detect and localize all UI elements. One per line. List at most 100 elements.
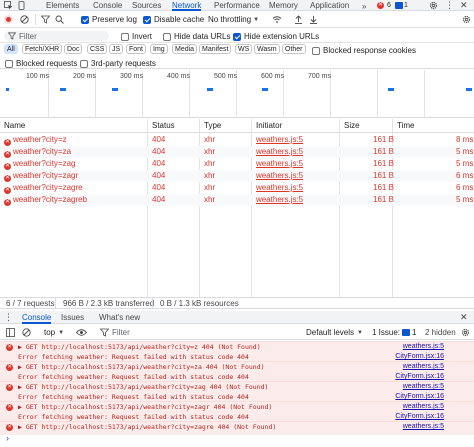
request-initiator-link[interactable]: weathers.js:5 <box>256 146 303 158</box>
console-get-line[interactable]: ▶ GET http://localhost:5173/api/weather?… <box>18 402 272 412</box>
chip-media[interactable]: Media <box>172 44 198 54</box>
drawer-tab-issues[interactable]: Issues <box>61 311 84 324</box>
table-row[interactable]: ✕ weather?city=z 404 xhr weathers.js:5 16… <box>0 134 474 146</box>
column-header-initiator[interactable]: Initiator <box>252 119 282 133</box>
drawer-tab-whats-new[interactable]: What's new <box>99 311 140 324</box>
tab-memory[interactable]: Memory <box>269 0 298 11</box>
request-initiator-link[interactable]: weathers.js:5 <box>256 194 303 206</box>
chip-ws[interactable]: WS <box>235 44 253 54</box>
table-row[interactable]: ✕ weather?city=zagre 404 xhr weathers.js:… <box>0 182 474 194</box>
console-source-link[interactable]: weathers.js:5 <box>403 382 444 392</box>
table-row[interactable]: ✕ weather?city=za 404 xhr weathers.js:5 1… <box>0 146 474 158</box>
divider <box>55 298 56 308</box>
network-overview-timeline[interactable]: 100 ms 200 ms 300 ms 400 ms 500 ms 600 m… <box>0 70 474 118</box>
network-conditions-wifi-icon[interactable] <box>272 15 282 24</box>
chip-img[interactable]: Img <box>150 44 168 54</box>
blocked-response-cookies-checkbox[interactable]: Blocked response cookies <box>312 46 416 55</box>
export-har-icon[interactable] <box>309 15 318 24</box>
disable-cache-checkbox[interactable]: Disable cache <box>143 15 204 24</box>
settings-gear-icon[interactable] <box>429 1 438 10</box>
table-row[interactable]: ✕ weather?city=zag 404 xhr weathers.js:5 … <box>0 158 474 170</box>
record-button[interactable] <box>4 15 13 24</box>
request-time-cell: 6 ms <box>456 183 474 192</box>
chip-css[interactable]: CSS <box>87 44 108 54</box>
clear-icon[interactable] <box>20 15 29 24</box>
column-header-name[interactable]: Name <box>0 119 25 133</box>
column-header-type[interactable]: Type <box>200 119 221 133</box>
network-settings-gear-icon[interactable] <box>462 15 471 24</box>
request-initiator-link[interactable]: weathers.js:5 <box>256 158 303 170</box>
console-source-link[interactable]: weathers.js:5 <box>403 362 444 372</box>
console-error-message[interactable]: ✕ ▶ GET http://localhost:5173/api/weathe… <box>0 401 474 421</box>
console-source-link[interactable]: weathers.js:5 <box>403 402 444 412</box>
chip-all[interactable]: All <box>4 44 18 54</box>
throttling-select[interactable]: No throttling ▼ <box>208 15 259 24</box>
close-devtools-icon[interactable]: ✕ <box>460 0 468 11</box>
request-initiator-link[interactable]: weathers.js:5 <box>256 182 303 194</box>
filter-funnel-icon[interactable] <box>41 15 50 24</box>
tab-console[interactable]: Console <box>93 0 122 11</box>
chip-wasm[interactable]: Wasm <box>254 44 280 54</box>
clear-console-icon[interactable] <box>22 328 31 337</box>
tab-elements[interactable]: Elements <box>46 0 79 11</box>
search-icon[interactable] <box>55 15 64 24</box>
table-row[interactable]: ✕ weather?city=zagreb 404 xhr weathers.js… <box>0 194 474 206</box>
console-settings-gear-icon[interactable] <box>461 328 470 337</box>
column-header-size[interactable]: Size <box>340 119 360 133</box>
issues-counter[interactable]: 1 Issue: 1 <box>372 328 416 337</box>
chip-doc[interactable]: Doc <box>64 44 83 54</box>
chip-font[interactable]: Font <box>126 44 147 54</box>
console-filter-input[interactable]: Filter <box>112 328 292 337</box>
hide-data-urls-checkbox[interactable]: Hide data URLs <box>163 32 230 41</box>
tab-network[interactable]: Network <box>172 0 202 11</box>
chip-other[interactable]: Other <box>282 44 306 54</box>
console-get-line[interactable]: ▶ GET http://localhost:5173/api/weather?… <box>18 422 276 432</box>
column-header-time[interactable]: Time <box>393 119 414 133</box>
chip-fetch-xhr[interactable]: Fetch/XHR <box>22 44 63 54</box>
blocked-requests-checkbox[interactable]: Blocked requests <box>5 59 77 68</box>
more-options-icon[interactable]: ⋮ <box>445 0 454 11</box>
log-levels-value: Default levels <box>306 328 355 337</box>
hide-extension-urls-checkbox[interactable]: Hide extension URLs <box>233 32 319 41</box>
console-get-line[interactable]: ▶ GET http://localhost:5173/api/weather?… <box>18 382 268 392</box>
console-prompt-chevron-icon[interactable]: › <box>6 433 9 443</box>
filter-input[interactable]: Filter <box>4 31 109 41</box>
tab-performance[interactable]: Performance <box>214 0 260 11</box>
tab-sources[interactable]: Sources <box>132 0 161 11</box>
drawer-menu-icon[interactable]: ⋮ <box>4 312 13 323</box>
chip-manifest[interactable]: Manifest <box>199 44 232 54</box>
tab-application[interactable]: Application <box>310 0 349 11</box>
context-select[interactable]: top ▼ <box>44 328 64 337</box>
error-count-badge[interactable]: ✕ 6 <box>377 1 391 10</box>
chip-js[interactable]: JS <box>109 44 124 54</box>
request-initiator-link[interactable]: weathers.js:5 <box>256 170 303 182</box>
console-error-message[interactable]: ✕ ▶ GET http://localhost:5173/api/weathe… <box>0 381 474 401</box>
request-size-cell: 161 B <box>373 195 394 204</box>
console-error-message[interactable]: ✕ ▶ GET http://localhost:5173/api/weathe… <box>0 341 474 361</box>
log-levels-select[interactable]: Default levels ▼ <box>306 328 363 337</box>
column-header-status[interactable]: Status <box>148 119 175 133</box>
message-count-badge[interactable]: 1 <box>395 1 408 10</box>
console-error-message[interactable]: ✕ ▶ GET http://localhost:5173/api/weathe… <box>0 361 474 381</box>
close-drawer-icon[interactable]: ✕ <box>460 312 468 323</box>
console-get-line[interactable]: ▶ GET http://localhost:5173/api/weather?… <box>18 362 265 372</box>
more-tabs-icon[interactable]: » <box>362 2 366 11</box>
sidebar-toggle-icon[interactable] <box>6 328 15 337</box>
console-get-line[interactable]: ▶ GET http://localhost:5173/api/weather?… <box>18 342 261 352</box>
console-source-link[interactable]: weathers.js:5 <box>403 342 444 352</box>
invert-checkbox[interactable]: Invert <box>121 32 152 41</box>
request-type-cell: xhr <box>204 183 216 192</box>
third-party-requests-checkbox[interactable]: 3rd-party requests <box>80 59 156 68</box>
request-initiator-link[interactable]: weathers.js:5 <box>256 134 303 146</box>
console-source-link[interactable]: weathers.js:5 <box>403 422 444 432</box>
device-toolbar-icon[interactable] <box>17 1 26 10</box>
request-status-cell: 404 <box>152 135 166 144</box>
preserve-log-checkbox[interactable]: Preserve log <box>81 15 137 24</box>
import-har-icon[interactable] <box>294 15 303 24</box>
request-status-cell: 404 <box>152 183 166 192</box>
eye-icon[interactable] <box>76 328 87 337</box>
table-row[interactable]: ✕ weather?city=zagr 404 xhr weathers.js:5… <box>0 170 474 182</box>
inspect-element-icon[interactable] <box>4 1 13 10</box>
console-error-message[interactable]: ✕ ▶ GET http://localhost:5173/api/weathe… <box>0 421 474 435</box>
drawer-tab-console[interactable]: Console <box>22 311 52 324</box>
